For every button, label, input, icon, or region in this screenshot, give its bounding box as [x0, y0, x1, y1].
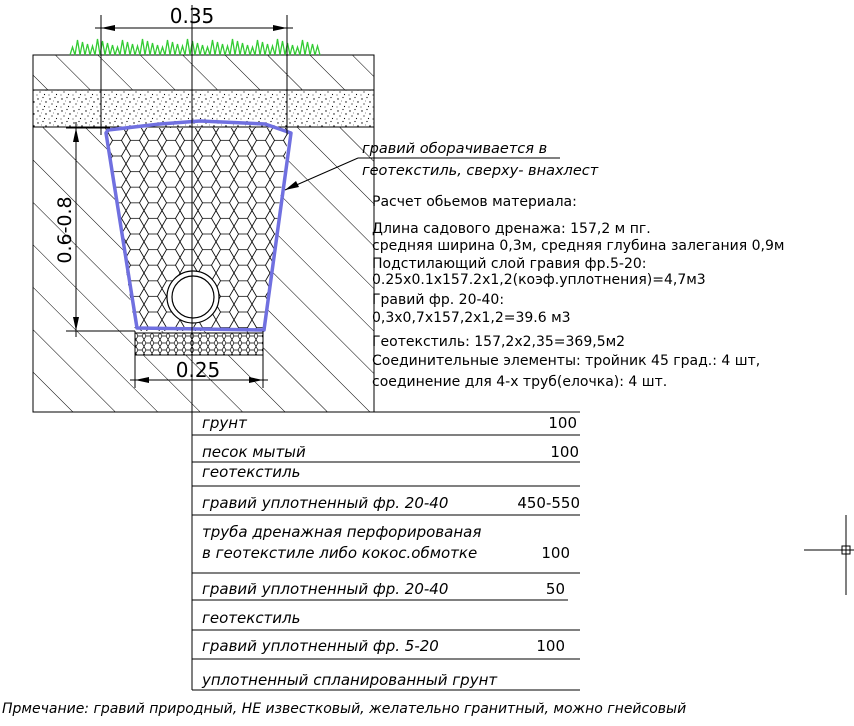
- grass: [69, 38, 321, 56]
- crosshair-icon: [804, 515, 854, 595]
- layer-thickness: 100: [550, 443, 579, 461]
- calc-line: Длина садового дренажа: 157,2 м пг.: [372, 221, 651, 237]
- footnote: Прмечание: гравий природный, НЕ известко…: [2, 701, 686, 717]
- bottom-width-label: 0.25: [176, 358, 221, 382]
- calc-line: Геотекстиль: 157,2x2,35=369,5м2: [372, 334, 625, 350]
- layer-name: труба дренажная перфорированая: [202, 523, 481, 541]
- layer-thickness: 450-550: [517, 494, 580, 512]
- layer-name: песок мытый: [202, 443, 306, 461]
- layer-name: геотекстиль: [202, 609, 300, 627]
- layer-name-line2: в геотекстиле либо кокос.обмотке: [202, 544, 477, 562]
- drainage-section-svg: 0.35 0.25 0.6-0.8 гравий оборачивается в…: [2, 4, 854, 717]
- layer-thickness: 50: [546, 580, 565, 598]
- drain-pipe: [166, 270, 220, 324]
- top-width-label: 0.35: [170, 4, 215, 28]
- wrap-note-line2: геотекстиль, сверху- внахлест: [362, 163, 599, 179]
- wrap-note-line1: гравий оборачивается в: [362, 141, 547, 157]
- bedding-layer: [134, 332, 264, 356]
- depth-label: 0.6-0.8: [54, 196, 76, 263]
- calc-line: 0.25x0.1x157.2x1,2(коэф.уплотнения)=4,7м…: [372, 272, 706, 288]
- calc-line: средняя ширина 0,3м, средняя глубина зал…: [372, 238, 784, 254]
- layer-name: уплотненный спланированный грунт: [201, 671, 498, 689]
- layer-name: грунт: [202, 414, 248, 432]
- calc-line: Соединительные элементы: тройник 45 град…: [372, 353, 760, 369]
- layer-name: гравий уплотненный фр. 20-40: [202, 580, 448, 598]
- calc-line: соединение для 4-х труб(елочка): 4 шт.: [372, 374, 667, 390]
- calc-line: Подстилающий слой гравия фр.5-20:: [372, 256, 646, 272]
- calc-heading: Расчет обьемов материала:: [372, 194, 577, 210]
- layer-thickness: 100: [548, 414, 577, 432]
- calc-line: 0,3x0,7x157,2x1,2=39.6 м3: [372, 310, 571, 326]
- layer-thickness: 100: [541, 544, 570, 562]
- layer-name: гравий уплотненный фр. 5-20: [202, 637, 439, 655]
- layer-name: геотекстиль: [202, 463, 300, 481]
- calc-lines: Длина садового дренажа: 157,2 м пг.средн…: [372, 221, 784, 390]
- layer-thickness: 100: [536, 637, 565, 655]
- layer-table: грунт 100 песок мытый 100 геотекстиль гравий …: [192, 411, 580, 691]
- layer-name: гравий уплотненный фр. 20-40: [202, 494, 448, 512]
- drainage-drawing: 0.35 0.25 0.6-0.8 гравий оборачивается в…: [0, 0, 854, 726]
- calc-line: Гравий фр. 20-40:: [372, 292, 504, 308]
